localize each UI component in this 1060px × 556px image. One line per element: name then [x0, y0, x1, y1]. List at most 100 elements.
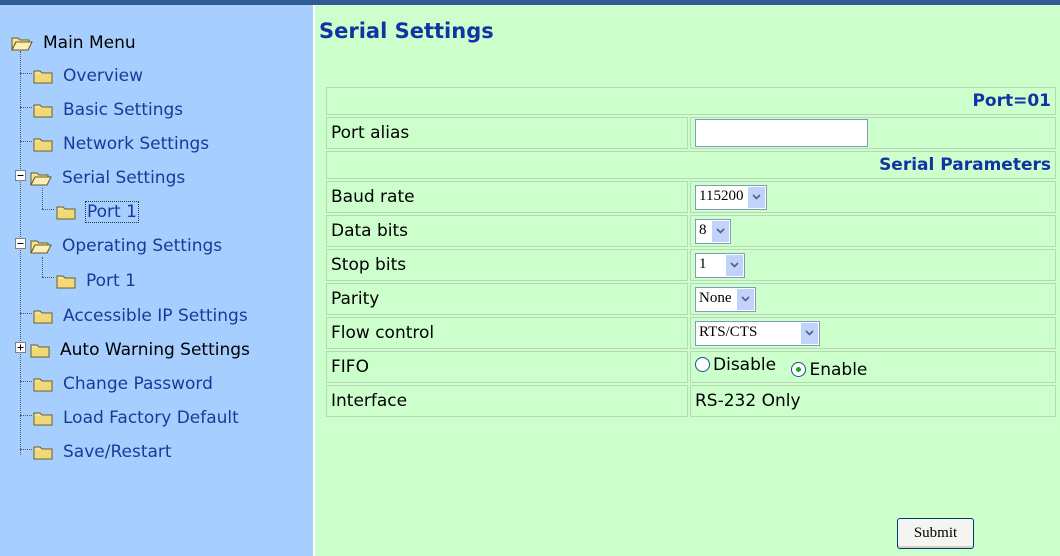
- folder-icon: [33, 104, 53, 118]
- sidebar-item-label: Auto Warning Settings: [60, 340, 250, 360]
- tree-line: [20, 381, 32, 382]
- sidebar-tree: Main Menu Overview Basic Settings Networ…: [0, 5, 315, 556]
- tree-line: [42, 277, 54, 278]
- fifo-disable-option[interactable]: Disable: [695, 355, 776, 375]
- folder-icon: [33, 378, 53, 392]
- fifo-disable-label: Disable: [713, 354, 777, 375]
- flow-control-select[interactable]: RTS/CTS: [695, 320, 820, 346]
- sidebar-item-label: Port 1: [86, 271, 136, 291]
- stop-bits-row: Stop bits 1: [326, 249, 1056, 281]
- data-bits-row: Data bits 8: [326, 215, 1056, 247]
- folder-icon: [33, 138, 53, 152]
- fifo-row: FIFO Disable Enable: [326, 351, 1056, 383]
- flow-control-value: RTS/CTS: [699, 323, 758, 340]
- folder-icon: [56, 206, 76, 220]
- main-content: Serial Settings Port=01 Port alias Seria…: [315, 5, 1060, 556]
- stop-bits-label: Stop bits: [326, 249, 688, 281]
- flow-control-label: Flow control: [326, 317, 688, 349]
- serial-settings-table: Port=01 Port alias Serial Parameters Bau…: [324, 85, 1058, 419]
- folder-icon: [33, 446, 53, 460]
- sidebar-item-label: Port 1: [85, 201, 139, 223]
- sidebar-root-main-menu[interactable]: Main Menu: [11, 29, 136, 57]
- open-folder-icon: [30, 240, 52, 254]
- port-alias-row: Port alias: [326, 117, 1056, 149]
- folder-icon: [30, 344, 50, 358]
- sidebar-item-operating-settings[interactable]: Operating Settings: [30, 232, 222, 260]
- port-header: Port=01: [326, 87, 1056, 115]
- chevron-down-icon[interactable]: [725, 254, 743, 276]
- interface-value: RS-232 Only: [690, 385, 1056, 417]
- collapse-operating-settings-icon[interactable]: [15, 238, 26, 249]
- sidebar-item-load-factory-default[interactable]: Load Factory Default: [33, 404, 239, 432]
- baud-rate-label: Baud rate: [326, 181, 688, 213]
- open-folder-icon: [11, 37, 33, 51]
- port-alias-input[interactable]: [695, 119, 868, 147]
- baud-rate-value: 115200: [699, 187, 744, 204]
- fifo-enable-label: Enable: [809, 359, 868, 380]
- sidebar-item-overview[interactable]: Overview: [33, 62, 143, 90]
- submit-button[interactable]: Submit: [897, 518, 974, 549]
- sidebar-item-operating-port-1[interactable]: Port 1: [56, 267, 136, 295]
- sidebar-item-label: Load Factory Default: [63, 408, 239, 428]
- sidebar-item-label: Basic Settings: [63, 100, 184, 120]
- sidebar-item-basic-settings[interactable]: Basic Settings: [33, 96, 183, 124]
- interface-row: Interface RS-232 Only: [326, 385, 1056, 417]
- folder-icon: [56, 275, 76, 289]
- tree-line: [20, 51, 21, 455]
- fifo-enable-option[interactable]: Enable: [791, 360, 867, 380]
- chevron-down-icon[interactable]: [735, 288, 754, 310]
- sidebar-item-label: Serial Settings: [62, 168, 186, 188]
- sidebar-item-serial-port-1[interactable]: Port 1: [56, 198, 139, 226]
- parity-row: Parity None: [326, 283, 1056, 315]
- port-alias-label: Port alias: [326, 117, 688, 149]
- stop-bits-cell: 1: [690, 249, 1056, 281]
- folder-icon: [33, 412, 53, 426]
- baud-rate-row: Baud rate 115200: [326, 181, 1056, 213]
- sidebar-item-label: Network Settings: [63, 134, 210, 154]
- folder-icon: [33, 310, 53, 324]
- open-folder-icon: [30, 172, 52, 186]
- data-bits-select[interactable]: 8: [695, 218, 731, 244]
- flow-control-row: Flow control RTS/CTS: [326, 317, 1056, 349]
- collapse-serial-settings-icon[interactable]: [15, 170, 26, 181]
- parity-cell: None: [690, 283, 1056, 315]
- sidebar-item-network-settings[interactable]: Network Settings: [33, 130, 209, 158]
- sidebar-item-label: Operating Settings: [62, 236, 223, 256]
- serial-params-header: Serial Parameters: [326, 151, 1056, 179]
- tree-line: [20, 141, 32, 142]
- chevron-down-icon[interactable]: [710, 220, 729, 242]
- tree-line: [42, 257, 43, 277]
- sidebar-item-change-password[interactable]: Change Password: [33, 370, 213, 398]
- serial-params-header-row: Serial Parameters: [326, 151, 1056, 179]
- radio-selected-dot: [796, 367, 802, 372]
- sidebar-item-auto-warning-settings[interactable]: Auto Warning Settings: [30, 336, 250, 364]
- interface-label: Interface: [326, 385, 688, 417]
- tree-line: [20, 313, 32, 314]
- tree-line: [20, 415, 32, 416]
- expand-auto-warning-icon[interactable]: [15, 342, 26, 353]
- baud-rate-cell: 115200: [690, 181, 1056, 213]
- sidebar-root-label: Main Menu: [43, 33, 136, 53]
- baud-rate-select[interactable]: 115200: [695, 184, 768, 210]
- parity-select[interactable]: None: [695, 286, 756, 312]
- sidebar-item-serial-settings[interactable]: Serial Settings: [30, 164, 185, 192]
- sidebar-item-accessible-ip-settings[interactable]: Accessible IP Settings: [33, 302, 248, 330]
- sidebar-item-label: Change Password: [63, 374, 213, 394]
- stop-bits-value: 1: [699, 255, 707, 272]
- chevron-down-icon[interactable]: [747, 186, 766, 208]
- fifo-disable-radio[interactable]: [695, 357, 710, 372]
- fifo-enable-radio[interactable]: [791, 362, 807, 377]
- chevron-down-icon[interactable]: [800, 322, 818, 344]
- sidebar-item-label: Overview: [63, 66, 144, 86]
- parity-label: Parity: [326, 283, 688, 315]
- fifo-label: FIFO: [326, 351, 688, 383]
- stop-bits-select[interactable]: 1: [695, 252, 745, 278]
- data-bits-value: 8: [699, 221, 707, 238]
- fifo-cell: Disable Enable: [690, 351, 1056, 383]
- tree-line: [20, 449, 32, 450]
- tree-line: [20, 73, 32, 74]
- page-title: Serial Settings: [319, 19, 494, 43]
- port-header-row: Port=01: [326, 87, 1056, 115]
- parity-value: None: [699, 289, 732, 306]
- sidebar-item-save-restart[interactable]: Save/Restart: [33, 438, 172, 466]
